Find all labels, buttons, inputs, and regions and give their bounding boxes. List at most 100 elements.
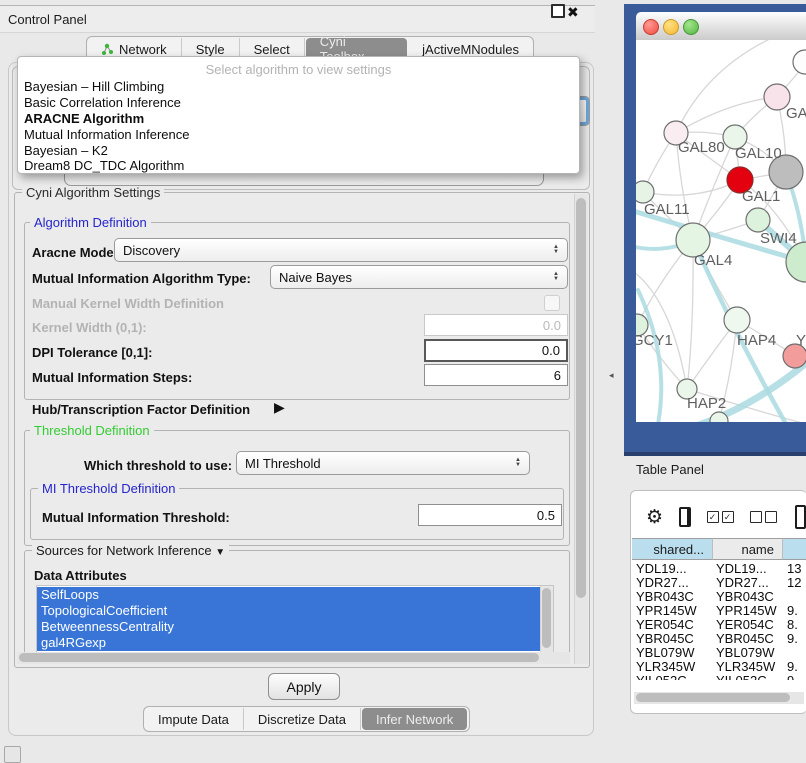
node-hap4[interactable] [724, 307, 750, 333]
table-row[interactable]: YIL052CYIL052C9. [632, 674, 806, 680]
table-row[interactable]: YBR045CYBR045C9. [632, 632, 806, 646]
table-row[interactable]: YER054CYER054C8. [632, 618, 806, 632]
table-row[interactable]: YPR145WYPR145W9. [632, 604, 806, 618]
settings-scrollbar[interactable] [574, 194, 588, 664]
gear-icon[interactable]: ⚙ [646, 506, 663, 529]
deselect-all-checkboxes-icon[interactable] [750, 511, 777, 523]
table-hscrollbar-thumb[interactable] [636, 693, 790, 702]
sources-title-text: Sources for Network Inference [36, 543, 212, 558]
column-header-name[interactable]: name [712, 538, 783, 560]
close-icon[interactable]: ✖ [567, 0, 579, 24]
combo-spinner-icon: ▲▼ [553, 245, 559, 255]
aracne-mode-value: Discovery [123, 243, 180, 258]
list-scrollbar[interactable] [540, 586, 553, 653]
table-hscrollbar[interactable] [634, 692, 804, 704]
which-threshold-label: Which threshold to use: [84, 458, 232, 473]
network-edge [687, 240, 693, 389]
table-row[interactable]: YBL079WYBL079W [632, 646, 806, 660]
list-item[interactable]: SelfLoops [37, 587, 544, 603]
list-item[interactable]: BetweennessCentrality [37, 619, 544, 635]
tab-infer-network-label: Infer Network [376, 712, 453, 727]
apply-button[interactable]: Apply [268, 673, 340, 700]
close-traffic-light-icon[interactable] [643, 19, 659, 35]
dropdown-item[interactable]: Bayesian – K2 [23, 143, 574, 159]
settings-hscrollbar[interactable] [17, 652, 570, 664]
dropdown-prompt: Select algorithm to view settings [18, 62, 579, 77]
apply-button-label: Apply [286, 679, 321, 695]
node-label: Y [796, 332, 806, 349]
which-threshold-combo[interactable]: MI Threshold ▲▼ [236, 451, 530, 475]
table-panel-title: Table Panel [636, 462, 704, 477]
tab-impute-data[interactable]: Impute Data [144, 708, 244, 730]
table-row[interactable]: YBR043CYBR043C [632, 590, 806, 604]
tab-select-label: Select [254, 42, 290, 57]
columns-icon[interactable] [679, 507, 690, 527]
kernel-width-field[interactable]: 0.0 [424, 314, 568, 336]
tab-network-label: Network [119, 42, 167, 57]
network-edge-thick [638, 290, 661, 422]
control-panel-titlebar: Control Panel [0, 5, 595, 33]
mi-steps-label: Mutual Information Steps: [32, 370, 192, 385]
collapse-down-icon: ▼ [215, 547, 225, 558]
tab-discretize-data-label: Discretize Data [258, 712, 346, 727]
minimize-traffic-light-icon[interactable] [663, 19, 679, 35]
node-gal11[interactable] [636, 181, 654, 203]
mi-threshold-group-title: MI Threshold Definition [38, 482, 179, 495]
bottom-left-button[interactable] [4, 746, 21, 763]
table-rows: YDL19...YDL19...13 YDR27...YDR27...12 YB… [632, 560, 806, 680]
data-attributes-list: SelfLoops TopologicalCoefficient Between… [36, 585, 554, 654]
zoom-traffic-light-icon[interactable] [683, 19, 699, 35]
table-row[interactable]: YDR27...YDR27...12 [632, 576, 806, 590]
list-scrollbar-thumb[interactable] [542, 588, 551, 648]
network-window-shadow [624, 452, 806, 456]
mi-type-combo[interactable]: Naive Bayes ▲▼ [270, 265, 568, 289]
table-row[interactable]: YLR345WYLR345W9. [632, 660, 806, 674]
kernel-width-value: 0.0 [543, 318, 561, 333]
node-label: GAL11 [644, 201, 690, 218]
dropdown-item[interactable]: Basic Correlation Inference [23, 95, 574, 111]
network-icon [101, 43, 114, 56]
mi-threshold-field[interactable]: 0.5 [418, 504, 562, 526]
node-label: GCY1 [636, 332, 673, 349]
algorithm-dropdown-popup: Select algorithm to view settings Bayesi… [17, 56, 580, 174]
dpi-tolerance-field[interactable]: 0.0 [424, 339, 568, 362]
tab-infer-network[interactable]: Infer Network [362, 708, 467, 730]
dropdown-item-selected[interactable]: ARACNE Algorithm [23, 111, 574, 127]
aracne-mode-combo[interactable]: Discovery ▲▼ [114, 238, 568, 262]
column-header-third[interactable] [783, 538, 806, 560]
combo-spinner-icon: ▲▼ [553, 272, 559, 282]
column-header-shared[interactable]: shared... [632, 538, 712, 560]
list-item[interactable]: TopologicalCoefficient [37, 603, 544, 619]
bottom-tabbar: Impute Data Discretize Data Infer Networ… [143, 706, 470, 732]
tab-discretize-data[interactable]: Discretize Data [244, 708, 361, 730]
select-all-checkboxes-icon[interactable]: ✓✓ [707, 511, 734, 523]
dropdown-item[interactable]: Dream8 DC_TDC Algorithm [23, 158, 574, 174]
network-window-titlebar[interactable] [636, 12, 806, 41]
network-canvas[interactable]: GALGAL80GAL10GAL1GAL11SWI4GAL4GCY1HAP4YH… [636, 40, 806, 422]
node-label: GAL10 [735, 145, 782, 162]
dropdown-item[interactable]: Mutual Information Inference [23, 127, 574, 143]
screen: { "window": { "title": "Control Panel" }… [0, 0, 806, 762]
sources-group-title[interactable]: Sources for Network Inference ▼ [32, 544, 229, 559]
panel-splitter-handle[interactable]: ◂ [609, 370, 614, 381]
settings-hscrollbar-thumb[interactable] [19, 653, 539, 662]
node-top-cut[interactable] [793, 50, 806, 74]
settings-scrollbar-thumb[interactable] [576, 198, 586, 598]
tab-impute-data-label: Impute Data [158, 712, 229, 727]
mi-steps-field[interactable]: 6 [424, 364, 568, 386]
data-attributes-label: Data Attributes [34, 568, 127, 583]
node-label: SWI4 [760, 230, 797, 247]
expand-right-icon[interactable]: ▶ [274, 399, 285, 416]
mi-steps-value: 6 [554, 368, 561, 383]
network-graph: GALGAL80GAL10GAL1GAL11SWI4GAL4GCY1HAP4YH… [636, 40, 806, 422]
node-label: GAL [786, 105, 806, 122]
dropdown-item[interactable]: Bayesian – Hill Climbing [23, 79, 574, 95]
document-icon[interactable] [795, 505, 806, 529]
float-window-icon[interactable] [551, 4, 565, 18]
dpi-tolerance-label: DPI Tolerance [0,1]: [32, 345, 152, 360]
list-item[interactable]: gal4RGexp [37, 635, 544, 651]
manual-kernel-checkbox[interactable] [544, 295, 560, 311]
network-edge [676, 97, 777, 133]
table-row[interactable]: YDL19...YDL19...13 [632, 562, 806, 576]
node-swi4[interactable] [746, 208, 770, 232]
